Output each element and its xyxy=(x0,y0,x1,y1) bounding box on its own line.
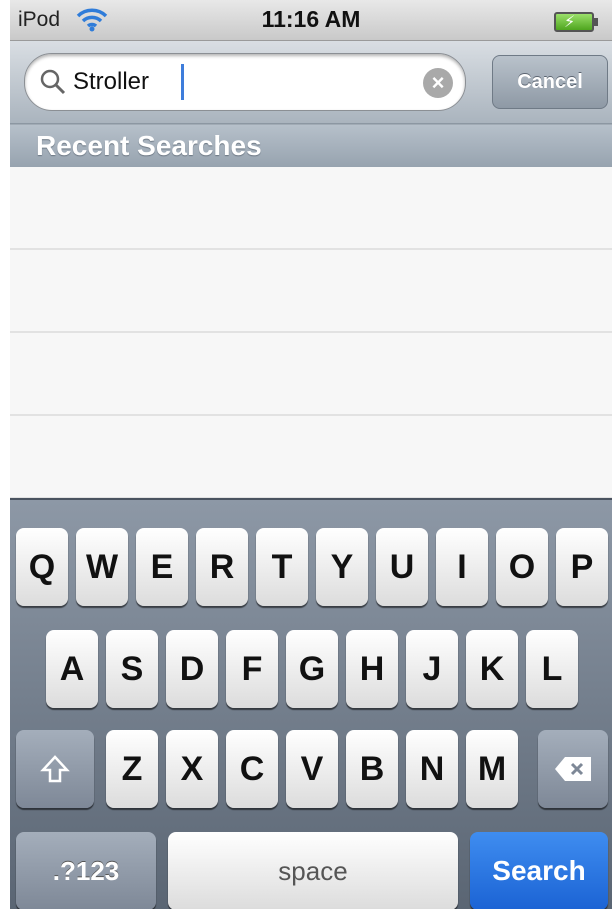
list-item[interactable] xyxy=(10,416,612,499)
search-field[interactable]: × xyxy=(24,53,466,111)
search-key[interactable]: Search xyxy=(470,832,608,909)
key-q[interactable]: Q xyxy=(16,528,68,606)
recent-searches-header: Recent Searches xyxy=(10,124,612,168)
key-d[interactable]: D xyxy=(166,630,218,708)
key-k[interactable]: K xyxy=(466,630,518,708)
clear-search-button[interactable]: × xyxy=(423,68,453,98)
key-f[interactable]: F xyxy=(226,630,278,708)
search-input[interactable] xyxy=(73,62,403,102)
key-z[interactable]: Z xyxy=(106,730,158,808)
battery-icon: ⚡ xyxy=(554,12,598,32)
cancel-button[interactable]: Cancel xyxy=(492,55,608,109)
key-o[interactable]: O xyxy=(496,528,548,606)
space-key[interactable]: space xyxy=(168,832,458,909)
status-time: 11:16 AM xyxy=(261,6,361,32)
key-w[interactable]: W xyxy=(76,528,128,606)
shift-icon xyxy=(40,755,70,783)
keyboard: Q W E R T Y U I O P A S D F G H J K L Z … xyxy=(10,498,612,909)
backspace-icon xyxy=(555,757,591,781)
key-n[interactable]: N xyxy=(406,730,458,808)
key-c[interactable]: C xyxy=(226,730,278,808)
search-bar: × Cancel xyxy=(10,41,612,124)
search-icon xyxy=(40,69,66,95)
section-title: Recent Searches xyxy=(36,130,262,161)
key-m[interactable]: M xyxy=(466,730,518,808)
key-j[interactable]: J xyxy=(406,630,458,708)
key-v[interactable]: V xyxy=(286,730,338,808)
key-r[interactable]: R xyxy=(196,528,248,606)
key-y[interactable]: Y xyxy=(316,528,368,606)
list-item[interactable] xyxy=(10,333,612,416)
list-item[interactable] xyxy=(10,167,612,250)
backspace-key[interactable] xyxy=(538,730,608,808)
text-caret xyxy=(181,64,184,100)
key-s[interactable]: S xyxy=(106,630,158,708)
key-a[interactable]: A xyxy=(46,630,98,708)
key-i[interactable]: I xyxy=(436,528,488,606)
recent-searches-list xyxy=(10,167,612,499)
key-e[interactable]: E xyxy=(136,528,188,606)
key-g[interactable]: G xyxy=(286,630,338,708)
status-bar: iPod 11:16 AM ⚡ xyxy=(10,0,612,41)
key-h[interactable]: H xyxy=(346,630,398,708)
key-x[interactable]: X xyxy=(166,730,218,808)
key-l[interactable]: L xyxy=(526,630,578,708)
key-u[interactable]: U xyxy=(376,528,428,606)
shift-key[interactable] xyxy=(16,730,94,808)
key-t[interactable]: T xyxy=(256,528,308,606)
numbers-key[interactable]: .?123 xyxy=(16,832,156,909)
phone-screen: iPod 11:16 AM ⚡ × Cancel Recent Searches xyxy=(10,0,612,909)
list-item[interactable] xyxy=(10,250,612,333)
key-b[interactable]: B xyxy=(346,730,398,808)
key-p[interactable]: P xyxy=(556,528,608,606)
